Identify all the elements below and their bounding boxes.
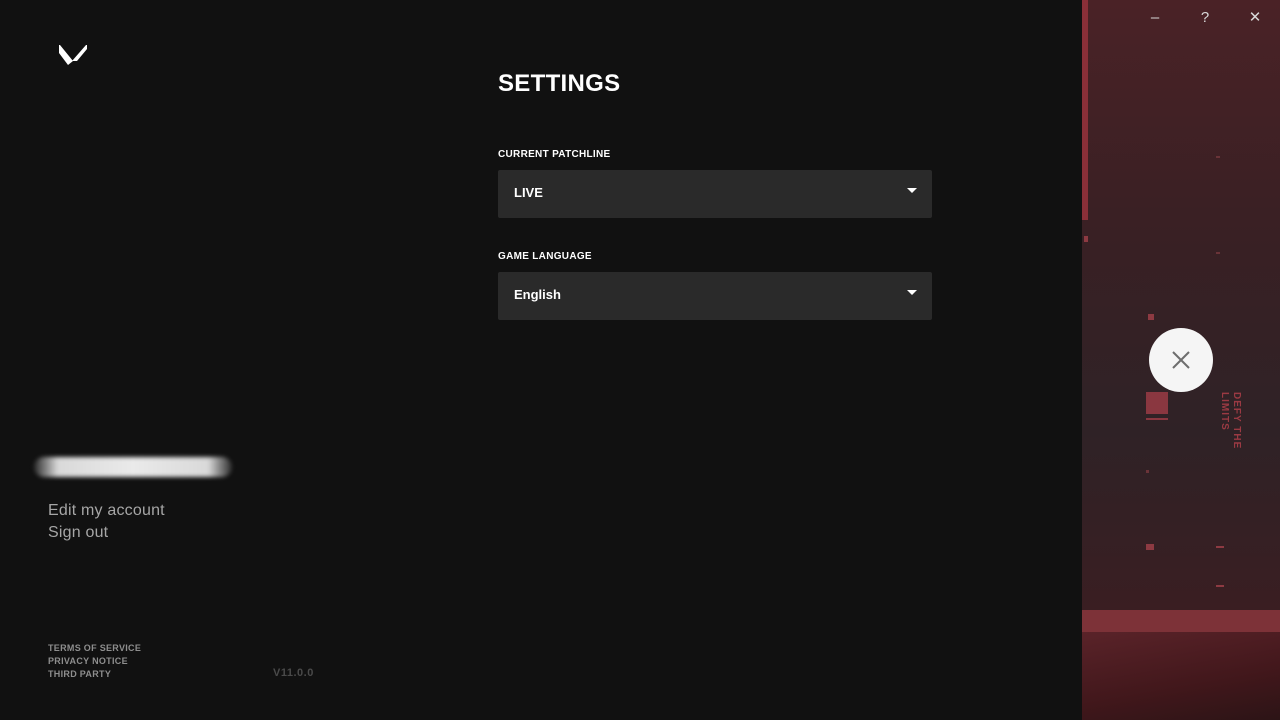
help-icon[interactable]: ? bbox=[1193, 8, 1217, 28]
agent-badge-icon bbox=[1146, 392, 1168, 414]
window-close-icon[interactable]: ✕ bbox=[1243, 8, 1267, 28]
minimize-icon[interactable]: – bbox=[1143, 8, 1167, 28]
patchline-value: LIVE bbox=[514, 185, 543, 200]
username-redacted bbox=[34, 457, 232, 477]
legal-links: TERMS OF SERVICE PRIVACY NOTICE THIRD PA… bbox=[48, 642, 141, 681]
art-tagline: DEFY THE LIMITS bbox=[1219, 392, 1242, 450]
art-mark bbox=[1146, 470, 1149, 473]
art-accent-edge bbox=[1082, 0, 1088, 220]
patchline-select[interactable]: LIVE bbox=[498, 170, 932, 218]
account-links: Edit my account Sign out bbox=[48, 500, 165, 544]
patchline-label: CURRENT PATCHLINE bbox=[498, 149, 611, 160]
close-settings-button[interactable] bbox=[1149, 328, 1213, 392]
language-label: GAME LANGUAGE bbox=[498, 251, 592, 262]
art-mark bbox=[1216, 156, 1220, 158]
language-value: English bbox=[514, 287, 561, 302]
page-title: SETTINGS bbox=[498, 70, 621, 97]
close-icon bbox=[1172, 351, 1190, 369]
art-mark bbox=[1216, 252, 1220, 254]
riot-client-settings-screen: Edit my account Sign out TERMS OF SERVIC… bbox=[0, 0, 1280, 720]
edit-account-link[interactable]: Edit my account bbox=[48, 500, 165, 522]
terms-of-service-link[interactable]: TERMS OF SERVICE bbox=[48, 642, 141, 655]
language-select[interactable]: English bbox=[498, 272, 932, 320]
privacy-notice-link[interactable]: PRIVACY NOTICE bbox=[48, 655, 141, 668]
art-mark bbox=[1148, 314, 1154, 320]
chevron-down-icon bbox=[907, 188, 917, 193]
art-mark bbox=[1216, 546, 1224, 548]
sign-out-link[interactable]: Sign out bbox=[48, 522, 165, 544]
art-mark bbox=[1216, 585, 1224, 587]
settings-panel: SETTINGS CURRENT PATCHLINE LIVE GAME LAN… bbox=[498, 68, 932, 352]
version-label: V11.0.0 bbox=[273, 667, 314, 679]
third-party-link[interactable]: THIRD PARTY bbox=[48, 668, 141, 681]
art-mark bbox=[1146, 544, 1154, 550]
art-floor bbox=[1082, 632, 1280, 720]
chevron-down-icon bbox=[907, 290, 917, 295]
art-mark bbox=[1084, 236, 1088, 242]
art-band bbox=[1082, 610, 1280, 632]
valorant-logo-icon[interactable] bbox=[58, 43, 88, 67]
art-mark bbox=[1146, 418, 1168, 420]
